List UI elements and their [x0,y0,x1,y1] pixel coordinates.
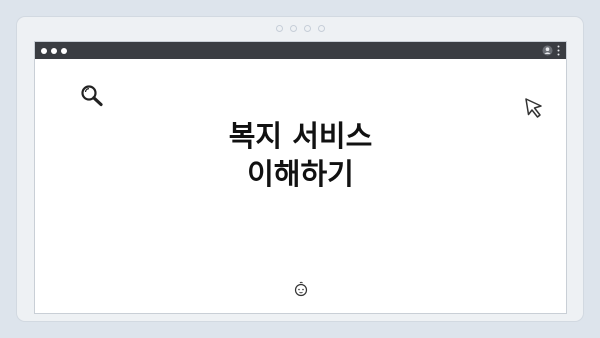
window-content: 복지 서비스 이해하기 [35,59,566,313]
page-title: 복지 서비스 이해하기 [35,117,566,193]
baby-face-icon [294,281,308,297]
pagination-dots [17,25,583,32]
pagination-dot[interactable] [289,25,297,32]
titlebar-actions [542,45,560,56]
maximize-dot[interactable] [61,47,67,54]
page-background: 복지 서비스 이해하기 [0,0,600,338]
close-dot[interactable] [41,47,47,54]
window-titlebar [35,42,566,59]
vertical-dots-icon[interactable] [557,45,560,56]
browser-window: 복지 서비스 이해하기 [34,41,567,314]
minimize-dot[interactable] [51,47,57,54]
pagination-dot[interactable] [275,25,283,32]
slide-card: 복지 서비스 이해하기 [17,17,583,321]
pagination-dot[interactable] [303,25,311,32]
user-icon[interactable] [542,45,553,56]
cursor-arrow-icon [525,98,542,118]
search-icon [81,85,103,107]
window-controls [41,47,67,54]
pagination-dot[interactable] [317,25,325,32]
title-line-1: 복지 서비스 [228,119,373,153]
title-line-2: 이해하기 [247,157,354,191]
